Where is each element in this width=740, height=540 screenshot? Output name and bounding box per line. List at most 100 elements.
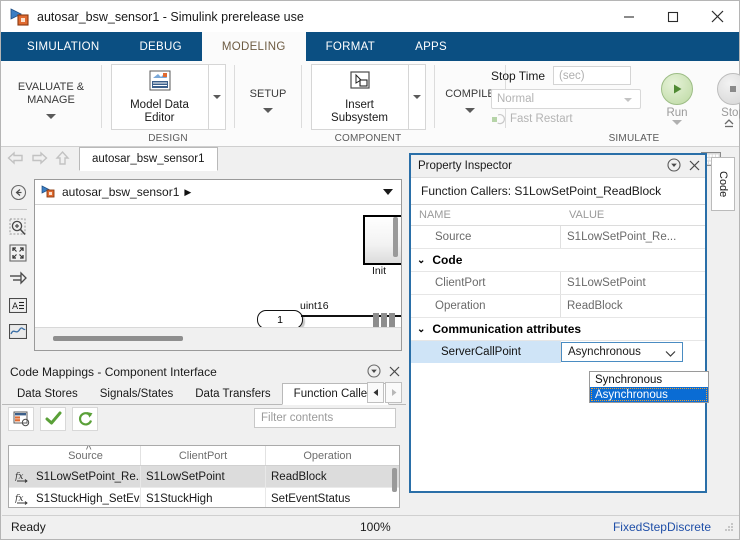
property-row-operation[interactable]: Operation ReadBlock	[411, 295, 705, 318]
resize-grip-icon[interactable]	[724, 522, 734, 535]
breadcrumb-arrow-icon: ▶	[184, 187, 191, 198]
breadcrumb[interactable]: autosar_bsw_sensor1 ▶	[35, 180, 401, 205]
dropdown-option-synchronous[interactable]: Synchronous	[590, 372, 708, 387]
sort-indicator-icon: ˄	[86, 445, 92, 454]
canvas-inport-block[interactable]: 1	[257, 310, 303, 327]
table-vertical-scrollbar[interactable]	[392, 468, 397, 492]
property-inspector-header-actions	[667, 158, 700, 175]
status-solver-link[interactable]: FixedStepDiscrete	[613, 520, 711, 534]
chevron-down-icon[interactable]	[672, 120, 682, 125]
property-row-clientport[interactable]: ClientPort S1LowSetPoint	[411, 272, 705, 295]
toolbar-divider	[9, 209, 27, 210]
forward-arrow-icon[interactable]	[30, 150, 49, 169]
table-cell-operation: ReadBlock	[266, 466, 389, 487]
ribbon-group-design: Model Data Editor DESIGN	[102, 61, 234, 146]
model-tab-label: autosar_bsw_sensor1	[92, 153, 205, 165]
tab-prev-icon[interactable]	[367, 382, 384, 403]
ribbon-tab-modeling[interactable]: MODELING	[202, 32, 306, 61]
up-arrow-icon[interactable]	[54, 150, 71, 169]
window-controls	[607, 1, 739, 32]
close-button[interactable]	[695, 1, 739, 32]
fast-restart-toggle[interactable]: Fast Restart	[491, 113, 641, 125]
stop-time-input[interactable]: (sec)	[553, 66, 631, 85]
property-value-clientport: S1LowSetPoint	[561, 272, 705, 294]
minimize-button[interactable]	[607, 1, 651, 32]
refresh-icon[interactable]	[72, 407, 98, 431]
ribbon-tab-strip: SIMULATION DEBUG MODELING FORMAT APPS	[1, 32, 739, 61]
property-inspector-title: Property Inspector	[418, 160, 512, 172]
fit-to-view-icon[interactable]	[8, 243, 28, 263]
table-header-row: Source ˄ ClientPort Operation	[9, 446, 399, 466]
code-side-tab[interactable]: Code	[711, 157, 735, 211]
scope-viewer-icon[interactable]	[8, 321, 28, 341]
chevron-down-icon[interactable]	[263, 108, 273, 113]
back-arrow-icon[interactable]	[6, 150, 25, 169]
table-header-operation[interactable]: Operation	[266, 446, 389, 465]
stop-icon	[717, 73, 740, 105]
table-header-clientport[interactable]: ClientPort	[141, 446, 266, 465]
canvas-horizontal-scrollbar[interactable]	[53, 336, 183, 341]
function-callers-table: Source ˄ ClientPort Operation fx S1LowSe…	[8, 445, 400, 508]
dropdown-option-asynchronous[interactable]: Asynchronous	[590, 387, 708, 402]
ribbon-group-simulate: Stop Time (sec) Normal	[506, 61, 738, 146]
maximize-button[interactable]	[651, 1, 695, 32]
chevron-down-icon[interactable]	[383, 189, 393, 195]
ribbon-tab-simulation[interactable]: SIMULATION	[7, 32, 119, 61]
table-header-source[interactable]: Source ˄	[31, 446, 141, 465]
ribbon-tab-debug[interactable]: DEBUG	[119, 32, 201, 61]
property-section-communication-attributes[interactable]: ⌄ Communication attributes	[411, 318, 705, 341]
model-canvas[interactable]: Init uint16 1	[35, 205, 401, 327]
property-name-clientport: ClientPort	[411, 272, 561, 294]
setup-button[interactable]: SETUP	[240, 67, 296, 133]
component-gallery-dropdown[interactable]	[409, 64, 426, 130]
property-value-servercallpoint-cell: Asynchronous	[561, 341, 705, 363]
simulation-mode-select[interactable]: Normal	[491, 89, 641, 109]
model-data-editor-button[interactable]: Model Data Editor	[111, 64, 209, 130]
run-button[interactable]: Run	[649, 73, 705, 125]
annotation-icon[interactable]: A	[8, 295, 28, 315]
tab-signals-states[interactable]: Signals/States	[89, 384, 185, 404]
tab-data-stores[interactable]: Data Stores	[6, 384, 89, 404]
ribbon-group-evaluate-manage: EVALUATE & MANAGE	[1, 61, 101, 146]
servercallpoint-select[interactable]: Asynchronous	[561, 342, 683, 362]
validate-check-icon[interactable]	[40, 407, 66, 431]
close-icon[interactable]	[389, 366, 400, 380]
code-mappings-editor-icon[interactable]	[8, 407, 34, 431]
ribbon-tab-format[interactable]: FORMAT	[306, 32, 396, 61]
insert-subsystem-button[interactable]: Insert Subsystem	[311, 64, 409, 130]
canvas-block-grip[interactable]	[373, 313, 395, 327]
servercallpoint-dropdown-list[interactable]: Synchronous Asynchronous	[589, 371, 709, 403]
code-mappings-toolbar: Filter contents	[2, 405, 406, 432]
model-tab[interactable]: autosar_bsw_sensor1	[79, 147, 218, 171]
close-icon[interactable]	[689, 160, 700, 174]
property-section-code[interactable]: ⌄ Code	[411, 249, 705, 272]
filter-input[interactable]: Filter contents	[254, 408, 396, 428]
property-inspector-panel: Property Inspector Function Callers: S1L…	[409, 153, 707, 493]
status-ready-text: Ready	[2, 520, 46, 534]
canvas-inport-number: 1	[277, 314, 283, 326]
chevron-down-icon[interactable]	[46, 114, 56, 119]
ribbon-group-setup: SETUP	[235, 61, 301, 146]
fast-restart-label: Fast Restart	[510, 113, 573, 125]
property-row-source[interactable]: Source S1LowSetPoint_Re...	[411, 226, 705, 249]
signal-routing-icon[interactable]	[8, 269, 28, 289]
panel-menu-icon[interactable]	[367, 364, 381, 381]
zoom-in-icon[interactable]	[8, 217, 28, 237]
property-row-servercallpoint[interactable]: ServerCallPoint Asynchronous	[411, 341, 705, 363]
evaluate-manage-button[interactable]: EVALUATE & MANAGE	[15, 67, 87, 133]
table-row[interactable]: fx S1LowSetPoint_Re... S1LowSetPoint Rea…	[9, 466, 399, 488]
ribbon-tab-apps[interactable]: APPS	[395, 32, 467, 61]
code-mappings-tab-strip: Data Stores Signals/States Data Transfer…	[2, 382, 406, 405]
collapse-ribbon-button[interactable]	[722, 116, 736, 130]
chevron-down-icon[interactable]	[465, 108, 475, 113]
navigate-back-icon[interactable]	[8, 182, 28, 202]
insert-subsystem-icon	[347, 69, 373, 96]
design-gallery-dropdown[interactable]	[209, 64, 226, 130]
canvas-vertical-scrollbar[interactable]	[393, 217, 398, 257]
tab-next-icon[interactable]	[385, 382, 402, 403]
status-zoom-level: 100%	[360, 520, 391, 534]
fast-restart-icon	[491, 113, 505, 125]
tab-data-transfers[interactable]: Data Transfers	[184, 384, 281, 404]
table-row[interactable]: fx S1StuckHigh_SetEv... S1StuckHigh SetE…	[9, 488, 399, 508]
panel-menu-icon[interactable]	[667, 158, 681, 175]
